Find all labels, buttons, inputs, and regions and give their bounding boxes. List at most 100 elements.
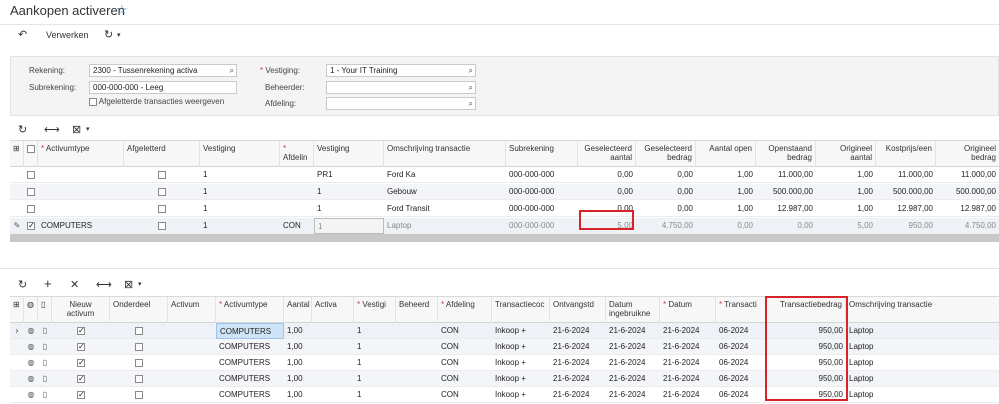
row-select-checkbox[interactable]	[24, 167, 38, 183]
col-department[interactable]: * Afdelin	[280, 141, 314, 167]
description-cell[interactable]: Laptop	[846, 355, 999, 371]
table-row[interactable]: ◍▯COMPUTERS1,001CONInkoop +21-6-202421-6…	[10, 371, 999, 387]
branch-cell[interactable]: 1	[200, 167, 280, 183]
reconciled-checkbox[interactable]	[124, 184, 200, 200]
col-subaccount[interactable]: Subrekening	[506, 141, 578, 167]
asset-cell[interactable]	[168, 387, 216, 403]
transaction-period-cell[interactable]: 06-2024	[716, 371, 766, 387]
new-asset-checkbox[interactable]	[52, 387, 110, 403]
row-select-checkbox[interactable]	[24, 184, 38, 200]
col-selected-amount[interactable]: Geselecteerd bedrag	[636, 141, 696, 167]
col-asset-type[interactable]: * Activumtype	[216, 297, 284, 323]
department-cell[interactable]: CON	[438, 371, 492, 387]
process-button[interactable]: Verwerken	[46, 30, 89, 40]
col-asset-type[interactable]: * Activumtype	[38, 141, 124, 167]
col-branch2[interactable]: Vestiging	[314, 141, 384, 167]
new-asset-checkbox[interactable]	[52, 371, 110, 387]
in-use-date-cell[interactable]: 21-6-2024	[606, 339, 660, 355]
asset-type-cell[interactable]: COMPUTERS	[216, 339, 284, 355]
chevron-down-icon[interactable]: ▾	[138, 280, 142, 288]
col-transaction-period[interactable]: * Transacti	[716, 297, 766, 323]
search-icon[interactable]: ⌕	[469, 82, 473, 93]
description-cell[interactable]: Laptop	[846, 387, 999, 403]
col-in-use-date[interactable]: Datum ingebruikne	[606, 297, 660, 323]
subaccount-cell[interactable]: 000-000-000	[506, 184, 578, 200]
col-open-amount[interactable]: Openstaand bedrag	[756, 141, 816, 167]
export-excel-icon[interactable]: ⊠	[72, 123, 81, 136]
component-checkbox[interactable]	[110, 387, 168, 403]
branch-cell[interactable]: 1	[354, 323, 396, 339]
subaccount-cell[interactable]: 000-000-000	[506, 218, 578, 234]
component-checkbox[interactable]	[110, 355, 168, 371]
horizontal-scrollbar[interactable]	[10, 234, 999, 242]
branch-cell[interactable]: 1	[200, 184, 280, 200]
asset-type-cell[interactable]	[38, 167, 124, 183]
asset-type-cell[interactable]: COMPUTERS	[216, 371, 284, 387]
in-use-date-cell[interactable]: 21-6-2024	[606, 355, 660, 371]
transaction-period-cell[interactable]: 06-2024	[716, 323, 766, 339]
column-chooser-icon[interactable]: ⊞	[10, 297, 24, 323]
transaction-period-cell[interactable]: 06-2024	[716, 387, 766, 403]
date-cell[interactable]: 21-6-2024	[660, 355, 716, 371]
transaction-code-cell[interactable]: Inkoop +	[492, 387, 550, 403]
description-cell[interactable]: Gebouw	[384, 184, 506, 200]
branch-cell[interactable]: 1	[354, 355, 396, 371]
subaccount-cell[interactable]: 000-000-000	[506, 167, 578, 183]
undo-icon[interactable]: ↶	[18, 28, 27, 41]
asset-cell[interactable]	[168, 371, 216, 387]
col-original-qty[interactable]: Origineel aantal	[816, 141, 876, 167]
branch2-cell[interactable]: 1	[314, 218, 384, 234]
col-qty[interactable]: Aantal	[284, 297, 312, 323]
asset-type-cell[interactable]: COMPUTERS	[216, 355, 284, 371]
department-cell[interactable]	[280, 201, 314, 217]
asset-cell[interactable]	[168, 339, 216, 355]
active-cell[interactable]	[312, 387, 354, 403]
date-cell[interactable]: 21-6-2024	[660, 371, 716, 387]
select-all-checkbox-col[interactable]	[24, 141, 38, 167]
attachment-icon[interactable]: ◍	[24, 371, 38, 387]
col-manager[interactable]: Beheerd	[396, 297, 438, 323]
asset-type-cell[interactable]: COMPUTERS	[216, 387, 284, 403]
department-cell[interactable]	[280, 184, 314, 200]
note-col-icon[interactable]: ▯	[38, 297, 52, 323]
col-asset[interactable]: Activum	[168, 297, 216, 323]
refresh-icon[interactable]: ↻	[18, 278, 27, 291]
date-cell[interactable]: 21-6-2024	[660, 339, 716, 355]
transaction-code-cell[interactable]: Inkoop +	[492, 323, 550, 339]
receipt-date-cell[interactable]: 21-6-2024	[550, 323, 606, 339]
col-component[interactable]: Onderdeel	[110, 297, 168, 323]
branch-cell[interactable]: 1	[354, 371, 396, 387]
chevron-down-icon[interactable]: ▾	[117, 31, 121, 39]
date-cell[interactable]: 21-6-2024	[660, 387, 716, 403]
receipt-date-cell[interactable]: 21-6-2024	[550, 339, 606, 355]
department-cell[interactable]: CON	[438, 339, 492, 355]
asset-type-cell[interactable]: COMPUTERS	[216, 323, 284, 339]
new-asset-checkbox[interactable]	[52, 339, 110, 355]
manager-cell[interactable]	[396, 355, 438, 371]
reconciled-checkbox[interactable]	[124, 167, 200, 183]
asset-type-cell[interactable]	[38, 184, 124, 200]
fit-columns-icon[interactable]: ⟷	[44, 123, 60, 136]
favorite-star-icon[interactable]: ☆	[116, 2, 128, 18]
asset-cell[interactable]	[168, 323, 216, 339]
col-reconciled[interactable]: Afgeletterd	[124, 141, 200, 167]
search-icon[interactable]: ⌕	[230, 65, 234, 76]
new-asset-checkbox[interactable]	[52, 323, 110, 339]
qty-cell[interactable]: 1,00	[284, 355, 312, 371]
department-cell[interactable]: CON	[438, 355, 492, 371]
asset-type-cell[interactable]	[38, 201, 124, 217]
branch-cell[interactable]: 1	[200, 218, 280, 234]
col-description[interactable]: Omschrijving transactie	[384, 141, 506, 167]
qty-cell[interactable]: 1,00	[284, 323, 312, 339]
show-reconciled-checkbox[interactable]	[89, 97, 97, 106]
table-row[interactable]: 1 PR1 Ford Ka 000-000-000 0,00 0,00 1,00 11.000…	[10, 167, 999, 183]
receipt-date-cell[interactable]: 21-6-2024	[550, 355, 606, 371]
branch-cell[interactable]: 1	[200, 201, 280, 217]
col-transaction-code[interactable]: Transactiecoc	[492, 297, 550, 323]
table-row[interactable]: ◍▯COMPUTERS1,001CONInkoop +21-6-202421-6…	[10, 355, 999, 371]
description-cell[interactable]: Ford Ka	[384, 167, 506, 183]
department-cell[interactable]	[280, 167, 314, 183]
in-use-date-cell[interactable]: 21-6-2024	[606, 387, 660, 403]
component-checkbox[interactable]	[110, 323, 168, 339]
manager-cell[interactable]	[396, 323, 438, 339]
